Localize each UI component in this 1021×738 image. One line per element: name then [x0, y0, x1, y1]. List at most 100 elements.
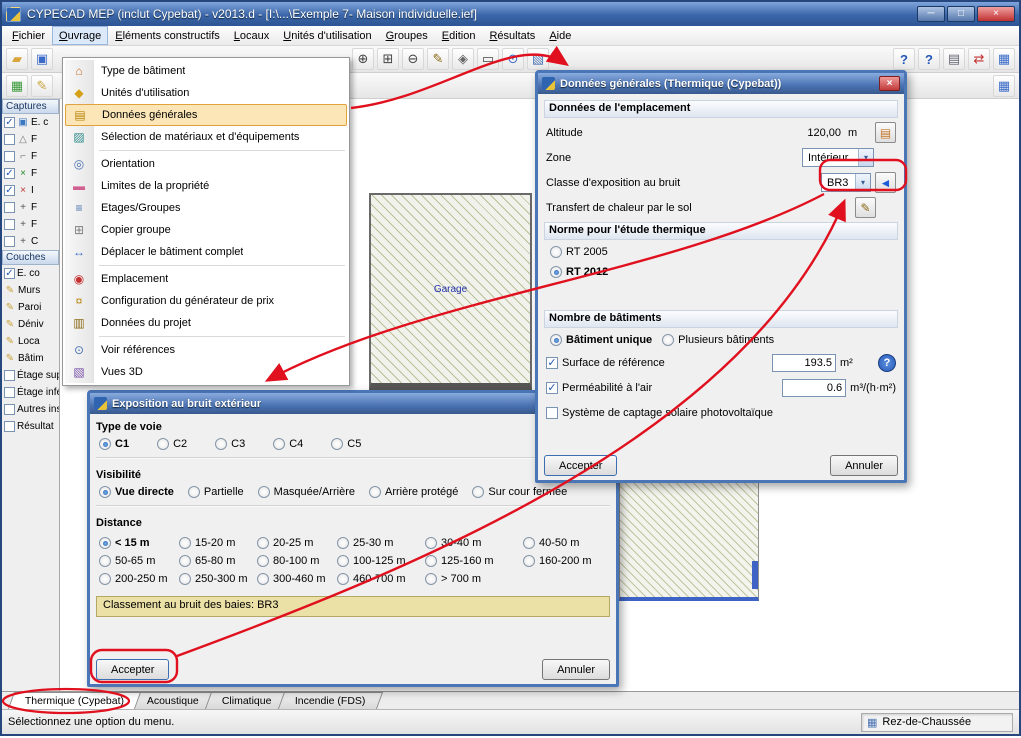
radio-dot[interactable] [425, 573, 437, 585]
radio-dot[interactable] [215, 438, 228, 450]
layer-item[interactable]: ✎ Loca [2, 333, 59, 350]
edit-layer-icon[interactable]: ✎ [31, 75, 53, 97]
menu-aide[interactable]: Aide [542, 26, 578, 45]
menu-fichier[interactable]: Fichier [5, 26, 52, 45]
checkbox[interactable] [4, 404, 15, 415]
solaire-checkbox[interactable] [546, 406, 558, 419]
menu-item-vues-3d[interactable]: ▧ Vues 3D [65, 361, 347, 383]
tab-climatique[interactable]: Climatique [205, 692, 289, 709]
tab-thermique[interactable]: Thermique (Cypebat) [7, 692, 142, 709]
checkbox[interactable] [4, 236, 15, 247]
menu-item-unites-utilisation[interactable]: ◆ Unités d'utilisation [65, 82, 347, 104]
chevron-down-icon[interactable]: ▾ [855, 174, 870, 191]
menu-item-config-generateur-prix[interactable]: ¤ Configuration du générateur de prix [65, 290, 347, 312]
exposition-bruit-button[interactable]: ◄ [875, 172, 896, 193]
radio-dot[interactable] [337, 573, 349, 585]
radio-distance-13[interactable]: 250-300 m [179, 573, 257, 585]
menu-item-emplacement[interactable]: ◉ Emplacement [65, 268, 347, 290]
checkbox[interactable] [4, 134, 15, 145]
accepter-button[interactable]: Accepter [96, 659, 170, 680]
help-button[interactable]: ? [878, 353, 896, 372]
edit-transfert-button[interactable]: ✎ [855, 197, 876, 218]
radio-dot[interactable] [257, 537, 269, 549]
checkbox[interactable]: ✓ [4, 185, 15, 196]
radio-dot[interactable] [273, 438, 286, 450]
print-icon[interactable]: ▤ [943, 48, 965, 70]
radio-distance-12[interactable]: 200-250 m [99, 573, 179, 585]
radio-dot[interactable] [523, 555, 535, 567]
radio-batiment-unique[interactable]: Bâtiment unique [550, 334, 652, 346]
close-icon[interactable]: × [879, 76, 900, 91]
levels-button[interactable]: ▤ [875, 122, 896, 143]
radio-partielle[interactable]: Partielle [187, 486, 244, 498]
layer-item[interactable]: ✎ Murs [2, 282, 59, 299]
radio-rt2005[interactable]: RT 2005 [544, 242, 898, 262]
classe-bruit-dropdown[interactable]: BR3 ▾ [821, 173, 871, 192]
radio-dot[interactable] [550, 246, 562, 258]
window-frame-icon[interactable]: ▭ [477, 48, 499, 70]
radio-dot[interactable] [99, 573, 111, 585]
checkbox[interactable] [4, 421, 15, 432]
menu-item-etages-groupes[interactable]: ≡ Etages/Groupes [65, 197, 347, 219]
zoom-window-icon[interactable]: ⊞ [377, 48, 399, 70]
radio-c5[interactable]: C5 [331, 438, 361, 450]
menu-locaux[interactable]: Locaux [227, 26, 276, 45]
surface-input[interactable]: 193.5 [772, 353, 836, 372]
radio-distance-14[interactable]: 300-460 m [257, 573, 337, 585]
pan-icon[interactable]: ◈ [452, 48, 474, 70]
layer-item[interactable]: ✓ E. co [2, 265, 59, 282]
menu-groupes[interactable]: Groupes [379, 26, 435, 45]
radio-dot[interactable] [337, 537, 349, 549]
radio-dot[interactable] [257, 486, 270, 498]
radio-distance-1[interactable]: 15-20 m [179, 537, 257, 549]
search-icon[interactable]: ⊙ [502, 48, 524, 70]
radio-distance-4[interactable]: 30-40 m [425, 537, 523, 549]
menu-ouvrage[interactable]: Ouvrage [52, 26, 109, 45]
checkbox[interactable]: ✓ [4, 168, 15, 179]
capture-item[interactable]: ✓ × I [2, 182, 59, 199]
help-icon[interactable]: ? [893, 48, 915, 70]
radio-dot[interactable] [550, 266, 562, 278]
layer-item[interactable]: ✎ Déniv [2, 316, 59, 333]
layer-item[interactable]: ✎ Paroi [2, 299, 59, 316]
layer-item[interactable]: Autres inst [2, 401, 59, 418]
radio-dot[interactable] [257, 555, 269, 567]
checkbox[interactable] [4, 219, 15, 230]
radio-c2[interactable]: C2 [157, 438, 187, 450]
open-icon[interactable]: ▰ [6, 48, 28, 70]
capture-item[interactable]: ✓ × F [2, 165, 59, 182]
menu-item-copier-groupe[interactable]: ⊞ Copier groupe [65, 219, 347, 241]
tab-incendie[interactable]: Incendie (FDS) [277, 692, 383, 709]
level-selector[interactable]: ▦ Rez-de-Chaussée [861, 712, 1013, 732]
radio-dot[interactable] [425, 555, 437, 567]
checkbox[interactable]: ✓ [4, 268, 15, 279]
radio-rt2012[interactable]: RT 2012 [544, 262, 898, 282]
maximize-button[interactable]: □ [947, 6, 975, 22]
radio-dot[interactable] [187, 486, 200, 498]
ortho-grid-icon[interactable]: ▦ [993, 75, 1015, 97]
dialog-title-bar[interactable]: Données générales (Thermique (Cypebat)) … [538, 73, 904, 94]
menu-item-voir-references[interactable]: ⊙ Voir références [65, 339, 347, 361]
checkbox[interactable] [4, 151, 15, 162]
radio-dot[interactable] [425, 537, 437, 549]
capture-item[interactable]: + C [2, 233, 59, 250]
permeabilite-input[interactable]: 0.6 [782, 378, 847, 397]
radio-masquee-arriere[interactable]: Masquée/Arrière [257, 486, 355, 498]
minimize-button[interactable]: ─ [917, 6, 945, 22]
radio-dot[interactable] [157, 438, 170, 450]
annuler-button[interactable]: Annuler [830, 455, 898, 476]
surface-checkbox[interactable]: ✓ [546, 356, 558, 369]
radio-distance-5[interactable]: 40-50 m [523, 537, 610, 549]
checkbox[interactable] [4, 370, 15, 381]
radio-distance-16[interactable]: > 700 m [425, 573, 523, 585]
radio-distance-0[interactable]: < 15 m [99, 537, 179, 549]
captures-layer-icon[interactable]: ▦ [6, 75, 28, 97]
close-button[interactable]: × [977, 6, 1015, 22]
radio-dot[interactable] [179, 537, 191, 549]
layer-item[interactable]: Étage supe [2, 367, 59, 384]
radio-dot[interactable] [550, 334, 562, 346]
menu-unites-utilisation[interactable]: Unités d'utilisation [276, 26, 378, 45]
edit-icon[interactable]: ✎ [427, 48, 449, 70]
radio-distance-3[interactable]: 25-30 m [337, 537, 425, 549]
menu-item-type-de-batiment[interactable]: ⌂ Type de bâtiment [65, 60, 347, 82]
